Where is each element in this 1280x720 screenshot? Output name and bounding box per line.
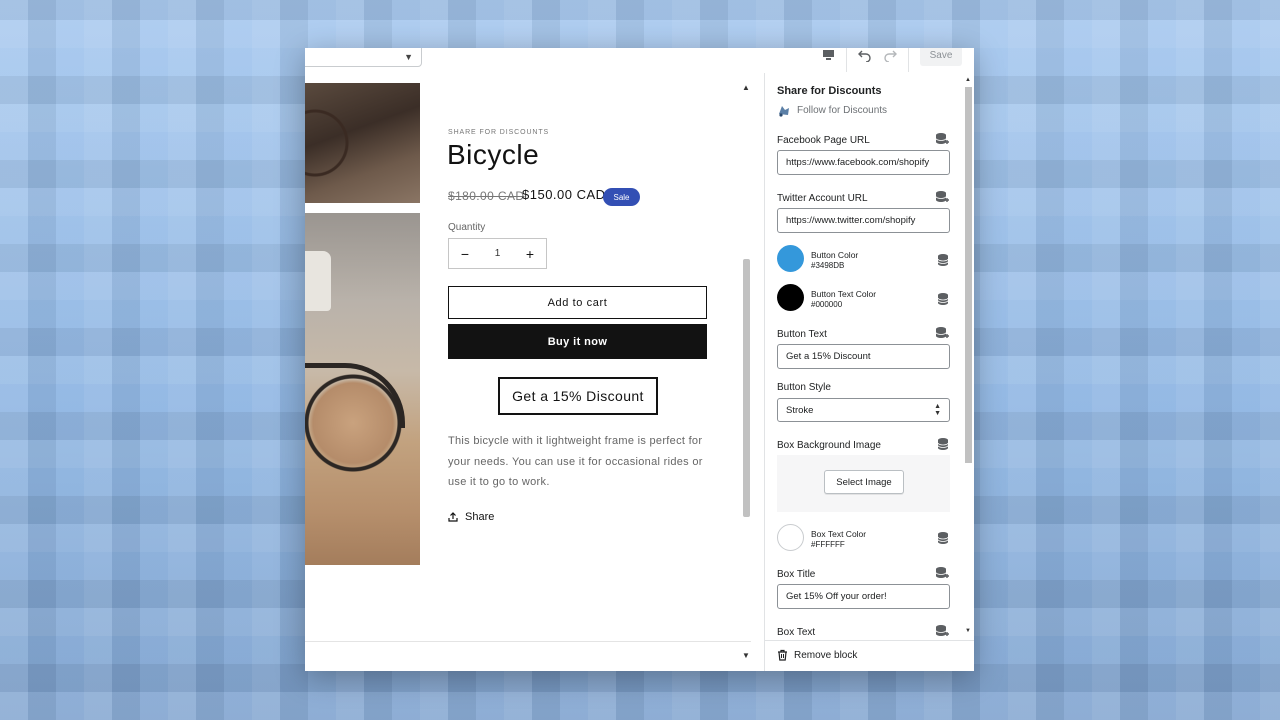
twitter-url-input[interactable]: https://www.twitter.com/shopify [777, 208, 950, 233]
product-description: This bicycle with it lightweight frame i… [448, 435, 703, 488]
box-text-label: Box Text [777, 627, 816, 638]
quantity-input[interactable]: 1 [481, 239, 514, 268]
button-style-value: Stroke [786, 404, 814, 416]
add-to-cart-button[interactable]: Add to cart [448, 286, 707, 319]
facebook-url-label: Facebook Page URL [777, 135, 870, 146]
preview-horizontal-scrollbar[interactable] [305, 641, 751, 662]
product-title: Bicycle [447, 139, 540, 170]
database-icon[interactable] [935, 326, 949, 340]
desktop-icon[interactable] [819, 48, 837, 66]
price-compare: $180.00 CAD [448, 189, 525, 203]
price-sale: $150.00 CAD [522, 187, 606, 202]
button-color-label: Button Color [811, 250, 859, 260]
quantity-increase-button[interactable]: + [514, 239, 546, 268]
database-icon[interactable] [936, 531, 950, 545]
remove-block-label: Remove block [794, 649, 858, 661]
page-selector[interactable]: ▼ [305, 48, 422, 67]
quantity-stepper: − 1 + [448, 238, 547, 269]
twitter-url-label: Twitter Account URL [777, 193, 868, 204]
box-background-label: Box Background Image [777, 440, 881, 451]
box-text-color-hex: #FFFFFF [811, 540, 845, 549]
product-image-1[interactable] [305, 83, 420, 203]
save-button[interactable]: Save [920, 48, 962, 66]
toolbar-divider [846, 48, 847, 72]
quantity-label: Quantity [448, 222, 486, 233]
block-settings-panel: Share for Discounts Follow for Discounts… [764, 73, 974, 671]
button-text-color-swatch[interactable] [777, 284, 804, 311]
button-style-label: Button Style [777, 382, 831, 393]
panel-title: Share for Discounts [777, 85, 882, 97]
editor-toolbar: ▼ Save [305, 48, 974, 74]
panel-subtitle: Follow for Discounts [777, 104, 887, 117]
share-label: Share [465, 511, 495, 523]
share-button[interactable]: Share [448, 511, 494, 523]
product-preview: SHARE FOR DISCOUNTS Bicycle $180.00 CAD … [305, 73, 764, 671]
database-icon[interactable] [936, 437, 950, 451]
panel-subtitle-text: Follow for Discounts [797, 105, 888, 116]
button-color-swatch[interactable] [777, 245, 804, 272]
button-text-color-hex: #000000 [811, 300, 843, 309]
box-title-input[interactable]: Get 15% Off your order! [777, 584, 950, 609]
quantity-decrease-button[interactable]: − [449, 239, 481, 268]
product-image-2[interactable] [305, 213, 420, 565]
photo-van [305, 251, 331, 311]
database-icon[interactable] [936, 253, 950, 267]
facebook-url-input[interactable]: https://www.facebook.com/shopify [777, 150, 950, 175]
database-icon[interactable] [935, 190, 949, 204]
database-icon[interactable] [935, 132, 949, 146]
share-icon [448, 512, 458, 522]
redo-icon[interactable] [880, 48, 900, 66]
button-color-hex: #3498DB [811, 261, 845, 270]
scroll-down-icon[interactable]: ▼ [965, 628, 971, 634]
scroll-up-icon[interactable]: ▲ [742, 83, 750, 92]
buy-now-button[interactable]: Buy it now [448, 324, 707, 359]
button-style-select[interactable]: Stroke ▲ ▼ [777, 398, 950, 422]
trash-icon [778, 649, 787, 661]
photo-fender [305, 363, 405, 428]
database-icon[interactable] [935, 624, 949, 638]
panel-footer: Remove block [765, 640, 974, 671]
box-text-color-swatch[interactable] [777, 524, 804, 551]
app-icon [779, 106, 789, 117]
preview-scroll-thumb[interactable] [743, 259, 750, 517]
discount-button[interactable]: Get a 15% Discount [498, 377, 658, 415]
button-text-input[interactable]: Get a 15% Discount [777, 344, 950, 369]
sale-badge: Sale [603, 188, 640, 206]
box-title-label: Box Title [777, 569, 816, 580]
scroll-up-icon[interactable]: ▲ [965, 77, 971, 83]
remove-block-button[interactable]: Remove block [777, 649, 857, 661]
box-text-color-label: Box Text Color [811, 529, 867, 539]
toolbar-divider [908, 48, 909, 72]
select-arrows-icon: ▲ ▼ [934, 403, 941, 417]
chevron-down-icon: ▼ [404, 52, 413, 62]
database-icon[interactable] [935, 566, 949, 580]
database-icon[interactable] [936, 292, 950, 306]
button-text-color-label: Button Text Color [811, 289, 877, 299]
product-vendor: SHARE FOR DISCOUNTS [448, 129, 550, 136]
button-text-label: Button Text [777, 329, 827, 340]
image-picker-area: Select Image [777, 455, 950, 512]
select-image-button[interactable]: Select Image [824, 470, 904, 494]
theme-editor-window: ▼ Save SHARE FOR DISCOUNTS Bicycle $180.… [305, 48, 974, 671]
panel-scroll-thumb[interactable] [965, 87, 972, 463]
undo-icon[interactable] [855, 48, 875, 66]
